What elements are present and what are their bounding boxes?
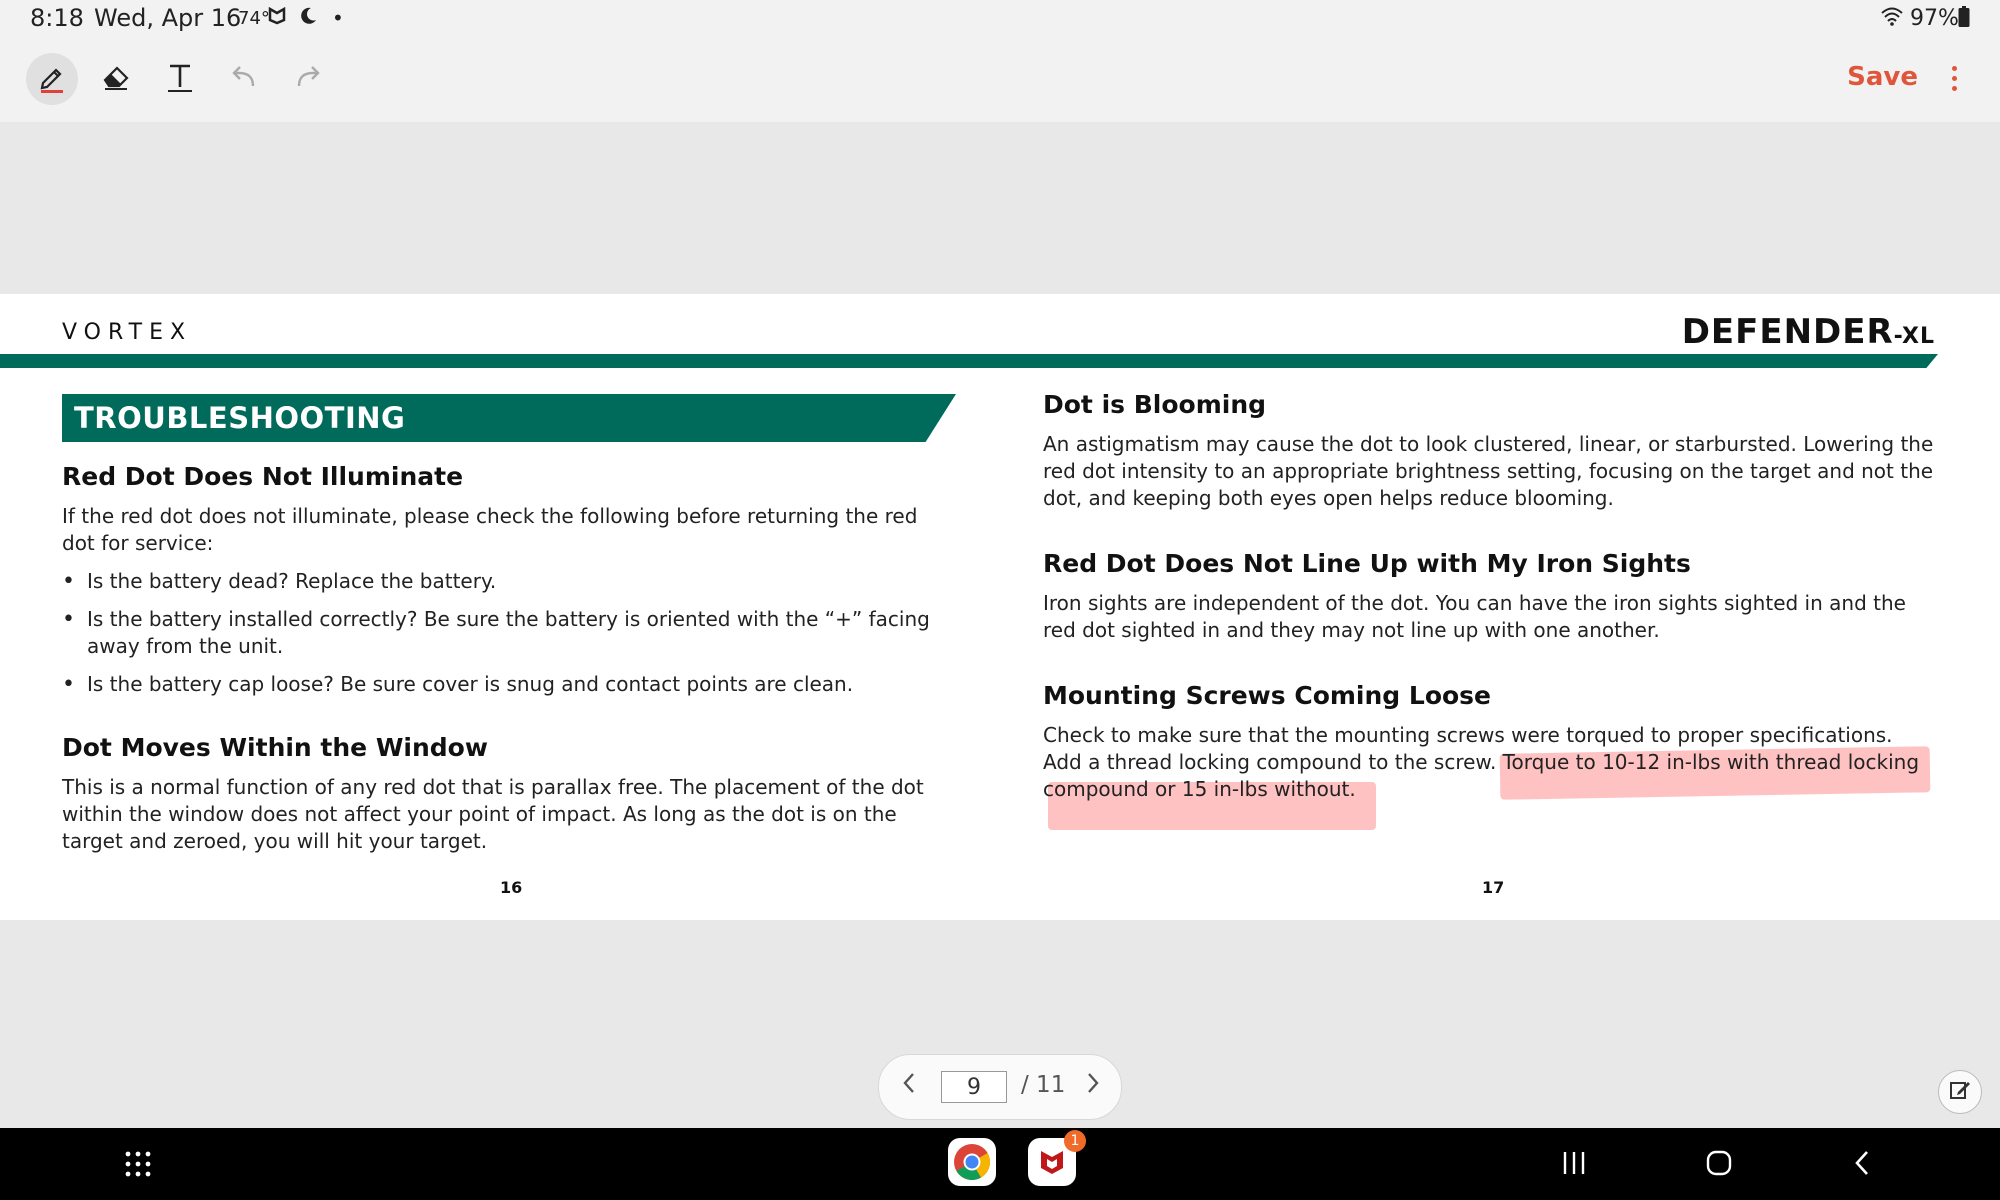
notification-dot-icon: • — [332, 6, 344, 30]
undo-button[interactable] — [218, 53, 270, 105]
paragraph-line: Add a thread locking compound to the scr… — [1043, 750, 1920, 774]
page-navigator: / 11 — [878, 1054, 1122, 1120]
paragraph: This is a normal function of any red dot… — [62, 775, 924, 853]
section-title: Dot Moves Within the Window — [62, 733, 488, 762]
battery-percent: 97% — [1910, 6, 1959, 31]
notification-badge: 1 — [1064, 1130, 1086, 1152]
text-tool-button[interactable] — [154, 53, 206, 105]
mcafee-status-icon — [268, 6, 286, 30]
status-temperature: 74° — [238, 8, 270, 29]
paragraph-line: Check to make sure that the mounting scr… — [1043, 723, 1893, 747]
pen-tool-button[interactable] — [26, 53, 78, 105]
section-title: Red Dot Does Not Line Up with My Iron Si… — [1043, 549, 1691, 578]
recent-apps-icon[interactable] — [1560, 1148, 1588, 1182]
section-title: Dot is Blooming — [1043, 390, 1267, 419]
mcafee-app-icon[interactable]: 1 — [1028, 1130, 1086, 1186]
pdf-page-spread[interactable]: VORTEX DEFENDER-XL TROUBLESHOOTING Red D… — [0, 294, 2000, 920]
list-item: Is the battery dead? Replace the battery… — [62, 568, 962, 595]
back-icon[interactable] — [1850, 1148, 1874, 1182]
undo-icon — [227, 60, 261, 98]
status-date: Wed, Apr 16 — [94, 4, 242, 32]
section-title: Mounting Screws Coming Loose — [1043, 681, 1492, 710]
header-divider — [0, 354, 1938, 368]
status-bar: 8:18 Wed, Apr 16 74° • 97% — [0, 0, 2000, 36]
next-page-button[interactable] — [1083, 1068, 1103, 1106]
bullet-list: Is the battery dead? Replace the battery… — [62, 568, 962, 698]
page-total: / 11 — [1021, 1072, 1066, 1098]
edit-icon — [1947, 1077, 1973, 1107]
page-number-input[interactable] — [941, 1071, 1007, 1103]
vortex-logo: VORTEX — [62, 320, 193, 345]
do-not-disturb-icon — [298, 6, 318, 31]
previous-page-button[interactable] — [899, 1068, 919, 1106]
eraser-icon — [99, 60, 133, 98]
redo-button[interactable] — [282, 53, 334, 105]
pen-icon — [35, 60, 69, 98]
status-time: 8:18 — [30, 4, 84, 32]
list-item: Is the battery installed correctly? Be s… — [62, 606, 962, 660]
paragraph: An astigmatism may cause the dot to look… — [1043, 432, 1934, 510]
annotation-toolbar: Save — [0, 36, 2000, 122]
home-icon[interactable] — [1704, 1148, 1734, 1182]
save-button[interactable]: Save — [1847, 62, 1918, 92]
redo-icon — [291, 60, 325, 98]
app-drawer-icon[interactable] — [124, 1150, 152, 1182]
text-icon — [163, 60, 197, 98]
troubleshooting-banner: TROUBLESHOOTING — [62, 394, 956, 442]
edit-annotation-button[interactable] — [1938, 1070, 1982, 1114]
list-item: Is the battery cap loose? Be sure cover … — [62, 671, 962, 698]
more-options-icon[interactable] — [1952, 66, 1958, 96]
section-heading: TROUBLESHOOTING — [74, 401, 406, 435]
system-navigation-bar: 1 — [0, 1128, 2000, 1200]
chrome-app-icon[interactable] — [948, 1138, 996, 1186]
battery-icon — [1958, 6, 1970, 33]
left-page-content: Red Dot Does Not Illuminate If the red d… — [62, 462, 952, 855]
paragraph: Iron sights are independent of the dot. … — [1043, 591, 1906, 642]
right-page-content: Dot is Blooming An astigmatism may cause… — [1043, 390, 1943, 803]
paragraph: If the red dot does not illuminate, plea… — [62, 504, 918, 555]
section-title: Red Dot Does Not Illuminate — [62, 462, 464, 491]
wifi-icon — [1880, 6, 1904, 31]
eraser-tool-button[interactable] — [90, 53, 142, 105]
paragraph-line: compound or 15 in-lbs without. — [1043, 777, 1356, 801]
page-number-right: 17 — [1482, 878, 1505, 897]
page-number-left: 16 — [500, 878, 523, 897]
defender-xl-logo: DEFENDER-XL — [1681, 312, 1935, 352]
